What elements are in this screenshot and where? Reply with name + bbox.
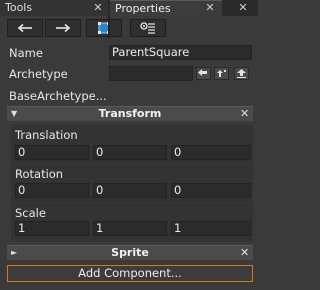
- property-list-button[interactable]: [130, 19, 166, 37]
- tab-tools-label: Tools: [5, 1, 33, 14]
- tab-tools-close-icon[interactable]: ✕: [92, 0, 104, 16]
- sprite-title: Sprite: [111, 246, 149, 259]
- select-object-button[interactable]: [86, 19, 122, 37]
- scale-label: Scale: [15, 206, 46, 220]
- rotation-z-field[interactable]: 0: [171, 183, 251, 198]
- name-field[interactable]: ParentSquare: [109, 45, 252, 60]
- translation-z-field[interactable]: 0: [171, 145, 251, 160]
- forward-button[interactable]: [45, 19, 81, 37]
- sprite-section-header[interactable]: ► Sprite ✕: [7, 245, 253, 260]
- translation-x-field[interactable]: 0: [15, 145, 89, 160]
- toolbar: [0, 16, 258, 38]
- scale-x-field[interactable]: 1: [15, 221, 89, 236]
- remove-sprite-icon[interactable]: ✕: [240, 246, 249, 260]
- remove-transform-icon[interactable]: ✕: [240, 107, 249, 121]
- tab-bar: Tools ✕ Properties ✕ ✕: [0, 0, 258, 16]
- rotation-label: Rotation: [15, 167, 64, 181]
- rotation-x-field[interactable]: 0: [15, 183, 89, 198]
- translation-label: Translation: [15, 128, 78, 142]
- transform-title: Transform: [98, 107, 162, 120]
- back-arrow-icon: [17, 23, 32, 33]
- tab-properties-close-icon[interactable]: ✕: [204, 0, 216, 16]
- upload-selected-icon: [217, 70, 226, 77]
- archetype-revert-button[interactable]: [196, 67, 211, 80]
- add-component-button[interactable]: Add Component...: [7, 265, 253, 282]
- properties-list-icon: [140, 22, 155, 34]
- archetype-upload-button[interactable]: [234, 67, 249, 80]
- upload-icon: [237, 69, 246, 78]
- scale-y-field[interactable]: 1: [93, 221, 167, 236]
- name-label: Name: [9, 46, 43, 60]
- scale-z-field[interactable]: 1: [171, 221, 251, 236]
- window-close-icon[interactable]: ✕: [236, 0, 250, 16]
- translation-y-field[interactable]: 0: [93, 145, 167, 160]
- transform-section-header[interactable]: ▼ Transform ✕: [7, 106, 253, 121]
- rotation-y-field[interactable]: 0: [93, 183, 167, 198]
- back-button[interactable]: [7, 19, 43, 37]
- tab-properties-label: Properties: [115, 2, 171, 15]
- archetype-upload-selected-button[interactable]: [214, 67, 229, 80]
- panel-divider: [108, 16, 110, 38]
- archetype-label: Archetype: [9, 67, 68, 81]
- archetype-field[interactable]: [109, 66, 193, 81]
- base-archetype-label[interactable]: BaseArchetype...: [9, 89, 107, 103]
- forward-arrow-icon: [56, 23, 71, 33]
- revert-icon: [198, 69, 207, 76]
